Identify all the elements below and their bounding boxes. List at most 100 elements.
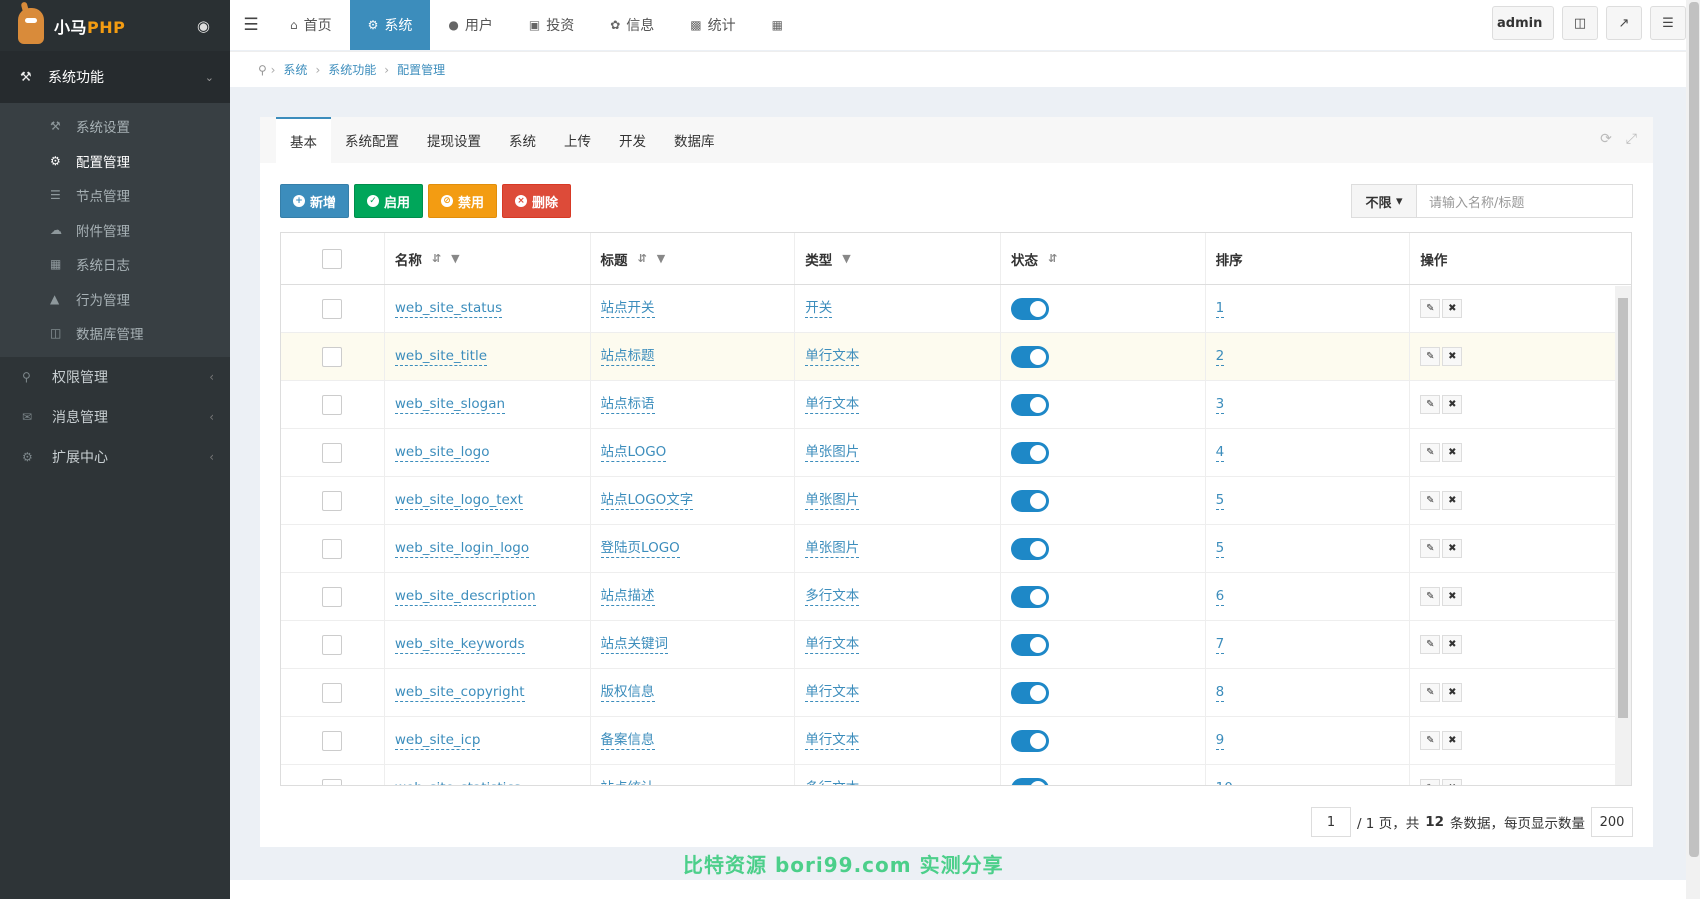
- col-status[interactable]: 状态 ⇵: [1001, 233, 1206, 284]
- name-link[interactable]: web_site_description: [394, 588, 536, 606]
- sidebar-item-attachment-management[interactable]: ☁ 附件管理: [0, 213, 230, 248]
- enable-button[interactable]: ✓ 启用: [354, 184, 424, 218]
- status-toggle[interactable]: [1010, 681, 1049, 704]
- table-row[interactable]: web_site_description 站点描述 多行文本 6 ✎ ✖: [281, 573, 1631, 621]
- status-toggle[interactable]: [1010, 585, 1049, 608]
- name-link[interactable]: web_site_copyright: [394, 684, 525, 702]
- table-row[interactable]: web_site_icp 备案信息 单行文本 9 ✎ ✖: [281, 717, 1631, 765]
- name-link[interactable]: web_site_status: [394, 300, 503, 318]
- breadcrumb-item[interactable]: 配置管理: [397, 61, 445, 78]
- search-filter-select[interactable]: 不限 ▾: [1351, 184, 1417, 218]
- row-checkbox[interactable]: [322, 634, 343, 655]
- title-link[interactable]: 站点描述: [600, 588, 655, 606]
- status-toggle[interactable]: [1010, 729, 1049, 752]
- name-link[interactable]: web_site_title: [394, 348, 488, 366]
- name-link[interactable]: web_site_logo: [394, 444, 490, 462]
- search-input[interactable]: 请输入名称/标题: [1417, 184, 1633, 218]
- sidebar-item-system-settings[interactable]: ⚒ 系统设置: [0, 109, 230, 144]
- row-checkbox[interactable]: [322, 538, 343, 559]
- close-icon[interactable]: ✖: [1442, 779, 1463, 785]
- status-toggle[interactable]: [1010, 441, 1049, 464]
- sidebar-item-extensions[interactable]: ⚙ 扩展中心 ‹: [0, 437, 230, 477]
- edit-icon[interactable]: ✎: [1420, 731, 1441, 750]
- sidebar-item-system-log[interactable]: ▦ 系统日志: [0, 247, 230, 282]
- filter-icon[interactable]: ▼: [842, 252, 850, 265]
- title-link[interactable]: 站点统计: [601, 780, 655, 786]
- close-icon[interactable]: ✖: [1442, 395, 1463, 414]
- refresh-icon[interactable]: ⟳: [1600, 131, 1612, 147]
- tab-statistics[interactable]: ▩ 统计: [672, 0, 753, 50]
- title-link[interactable]: 站点标语: [600, 396, 655, 414]
- type-link[interactable]: 单张图片: [805, 540, 860, 558]
- table-row[interactable]: web_site_keywords 站点关键词 单行文本 7 ✎ ✖: [281, 621, 1631, 669]
- status-toggle[interactable]: [1010, 345, 1049, 368]
- page-scrollbar-thumb[interactable]: [1689, 2, 1700, 857]
- sidebar-item-database-management[interactable]: ◫ 数据库管理: [0, 316, 230, 351]
- table-row[interactable]: web_site_logo 站点LOGO 单张图片 4 ✎ ✖: [281, 429, 1631, 477]
- table-row[interactable]: web_site_slogan 站点标语 单行文本 3 ✎ ✖: [281, 381, 1631, 429]
- title-link[interactable]: 备案信息: [600, 732, 655, 750]
- sidebar-item-config-management[interactable]: ⚙ 配置管理: [0, 144, 230, 179]
- tab-withdraw-settings[interactable]: 提现设置: [413, 117, 495, 163]
- edit-icon[interactable]: ✎: [1420, 347, 1441, 366]
- settings-panel-button[interactable]: ☰: [1650, 6, 1686, 40]
- type-link[interactable]: 单行文本: [805, 636, 860, 654]
- title-link[interactable]: 站点LOGO文字: [600, 492, 694, 510]
- user-avatar[interactable]: admin: [1492, 6, 1554, 40]
- fullscreen-icon[interactable]: ⤢: [1626, 131, 1637, 147]
- type-link[interactable]: 多行文本: [805, 588, 860, 606]
- title-link[interactable]: 站点标题: [600, 348, 655, 366]
- row-checkbox[interactable]: [322, 778, 343, 785]
- page-input[interactable]: 1: [1310, 807, 1351, 837]
- name-link[interactable]: web_site_statistics: [395, 780, 521, 786]
- order-link[interactable]: 3: [1215, 396, 1225, 414]
- title-link[interactable]: 版权信息: [600, 684, 655, 702]
- order-link[interactable]: 5: [1215, 540, 1225, 558]
- close-icon[interactable]: ✖: [1442, 299, 1463, 318]
- type-link[interactable]: 单行文本: [805, 396, 860, 414]
- filter-icon[interactable]: ▼: [451, 252, 459, 265]
- type-link[interactable]: 单行文本: [805, 348, 860, 366]
- title-link[interactable]: 站点开关: [600, 300, 655, 318]
- type-link[interactable]: 单张图片: [805, 444, 860, 462]
- sort-icon[interactable]: ⇵: [432, 252, 441, 265]
- status-toggle[interactable]: [1010, 633, 1049, 656]
- name-link[interactable]: web_site_keywords: [394, 636, 525, 654]
- name-link[interactable]: web_site_logo_text: [394, 492, 523, 510]
- table-row[interactable]: web_site_copyright 版权信息 单行文本 8 ✎ ✖: [281, 669, 1631, 717]
- tab-database[interactable]: 数据库: [660, 117, 729, 163]
- apps-grid-icon[interactable]: ▦: [754, 0, 807, 50]
- per-page-input[interactable]: 200: [1591, 807, 1633, 837]
- tab-info[interactable]: ✿ 信息: [592, 0, 672, 50]
- status-toggle[interactable]: [1010, 393, 1049, 416]
- row-checkbox[interactable]: [322, 490, 343, 511]
- row-checkbox[interactable]: [322, 442, 343, 463]
- order-link[interactable]: 1: [1215, 300, 1225, 318]
- status-toggle[interactable]: [1010, 489, 1049, 512]
- row-checkbox[interactable]: [322, 730, 343, 751]
- status-toggle[interactable]: [1010, 777, 1049, 785]
- close-icon[interactable]: ✖: [1442, 635, 1463, 654]
- tab-home[interactable]: ⌂ 首页: [272, 0, 350, 50]
- type-link[interactable]: 多行文本: [805, 780, 859, 786]
- order-link[interactable]: 10: [1216, 780, 1233, 786]
- select-all-checkbox[interactable]: [322, 248, 343, 269]
- edit-icon[interactable]: ✎: [1420, 587, 1441, 606]
- tab-invest[interactable]: ▣ 投资: [511, 0, 592, 50]
- table-row[interactable]: web_site_login_logo 登陆页LOGO 单张图片 5 ✎ ✖: [281, 525, 1631, 573]
- name-link[interactable]: web_site_login_logo: [394, 540, 530, 558]
- order-link[interactable]: 9: [1215, 732, 1225, 750]
- add-button[interactable]: + 新增: [280, 184, 350, 218]
- title-link[interactable]: 站点关键词: [600, 636, 669, 654]
- type-link[interactable]: 单行文本: [805, 732, 860, 750]
- close-icon[interactable]: ✖: [1442, 587, 1463, 606]
- filter-icon[interactable]: ▼: [657, 252, 665, 265]
- order-link[interactable]: 4: [1215, 444, 1225, 462]
- edit-icon[interactable]: ✎: [1420, 779, 1441, 785]
- app-logo[interactable]: 小马PHP ◉: [0, 0, 230, 51]
- status-toggle[interactable]: [1010, 537, 1049, 560]
- row-checkbox[interactable]: [322, 586, 343, 607]
- tab-develop[interactable]: 开发: [605, 117, 660, 163]
- name-link[interactable]: web_site_slogan: [394, 396, 506, 414]
- clear-cache-button[interactable]: ◫: [1562, 6, 1598, 40]
